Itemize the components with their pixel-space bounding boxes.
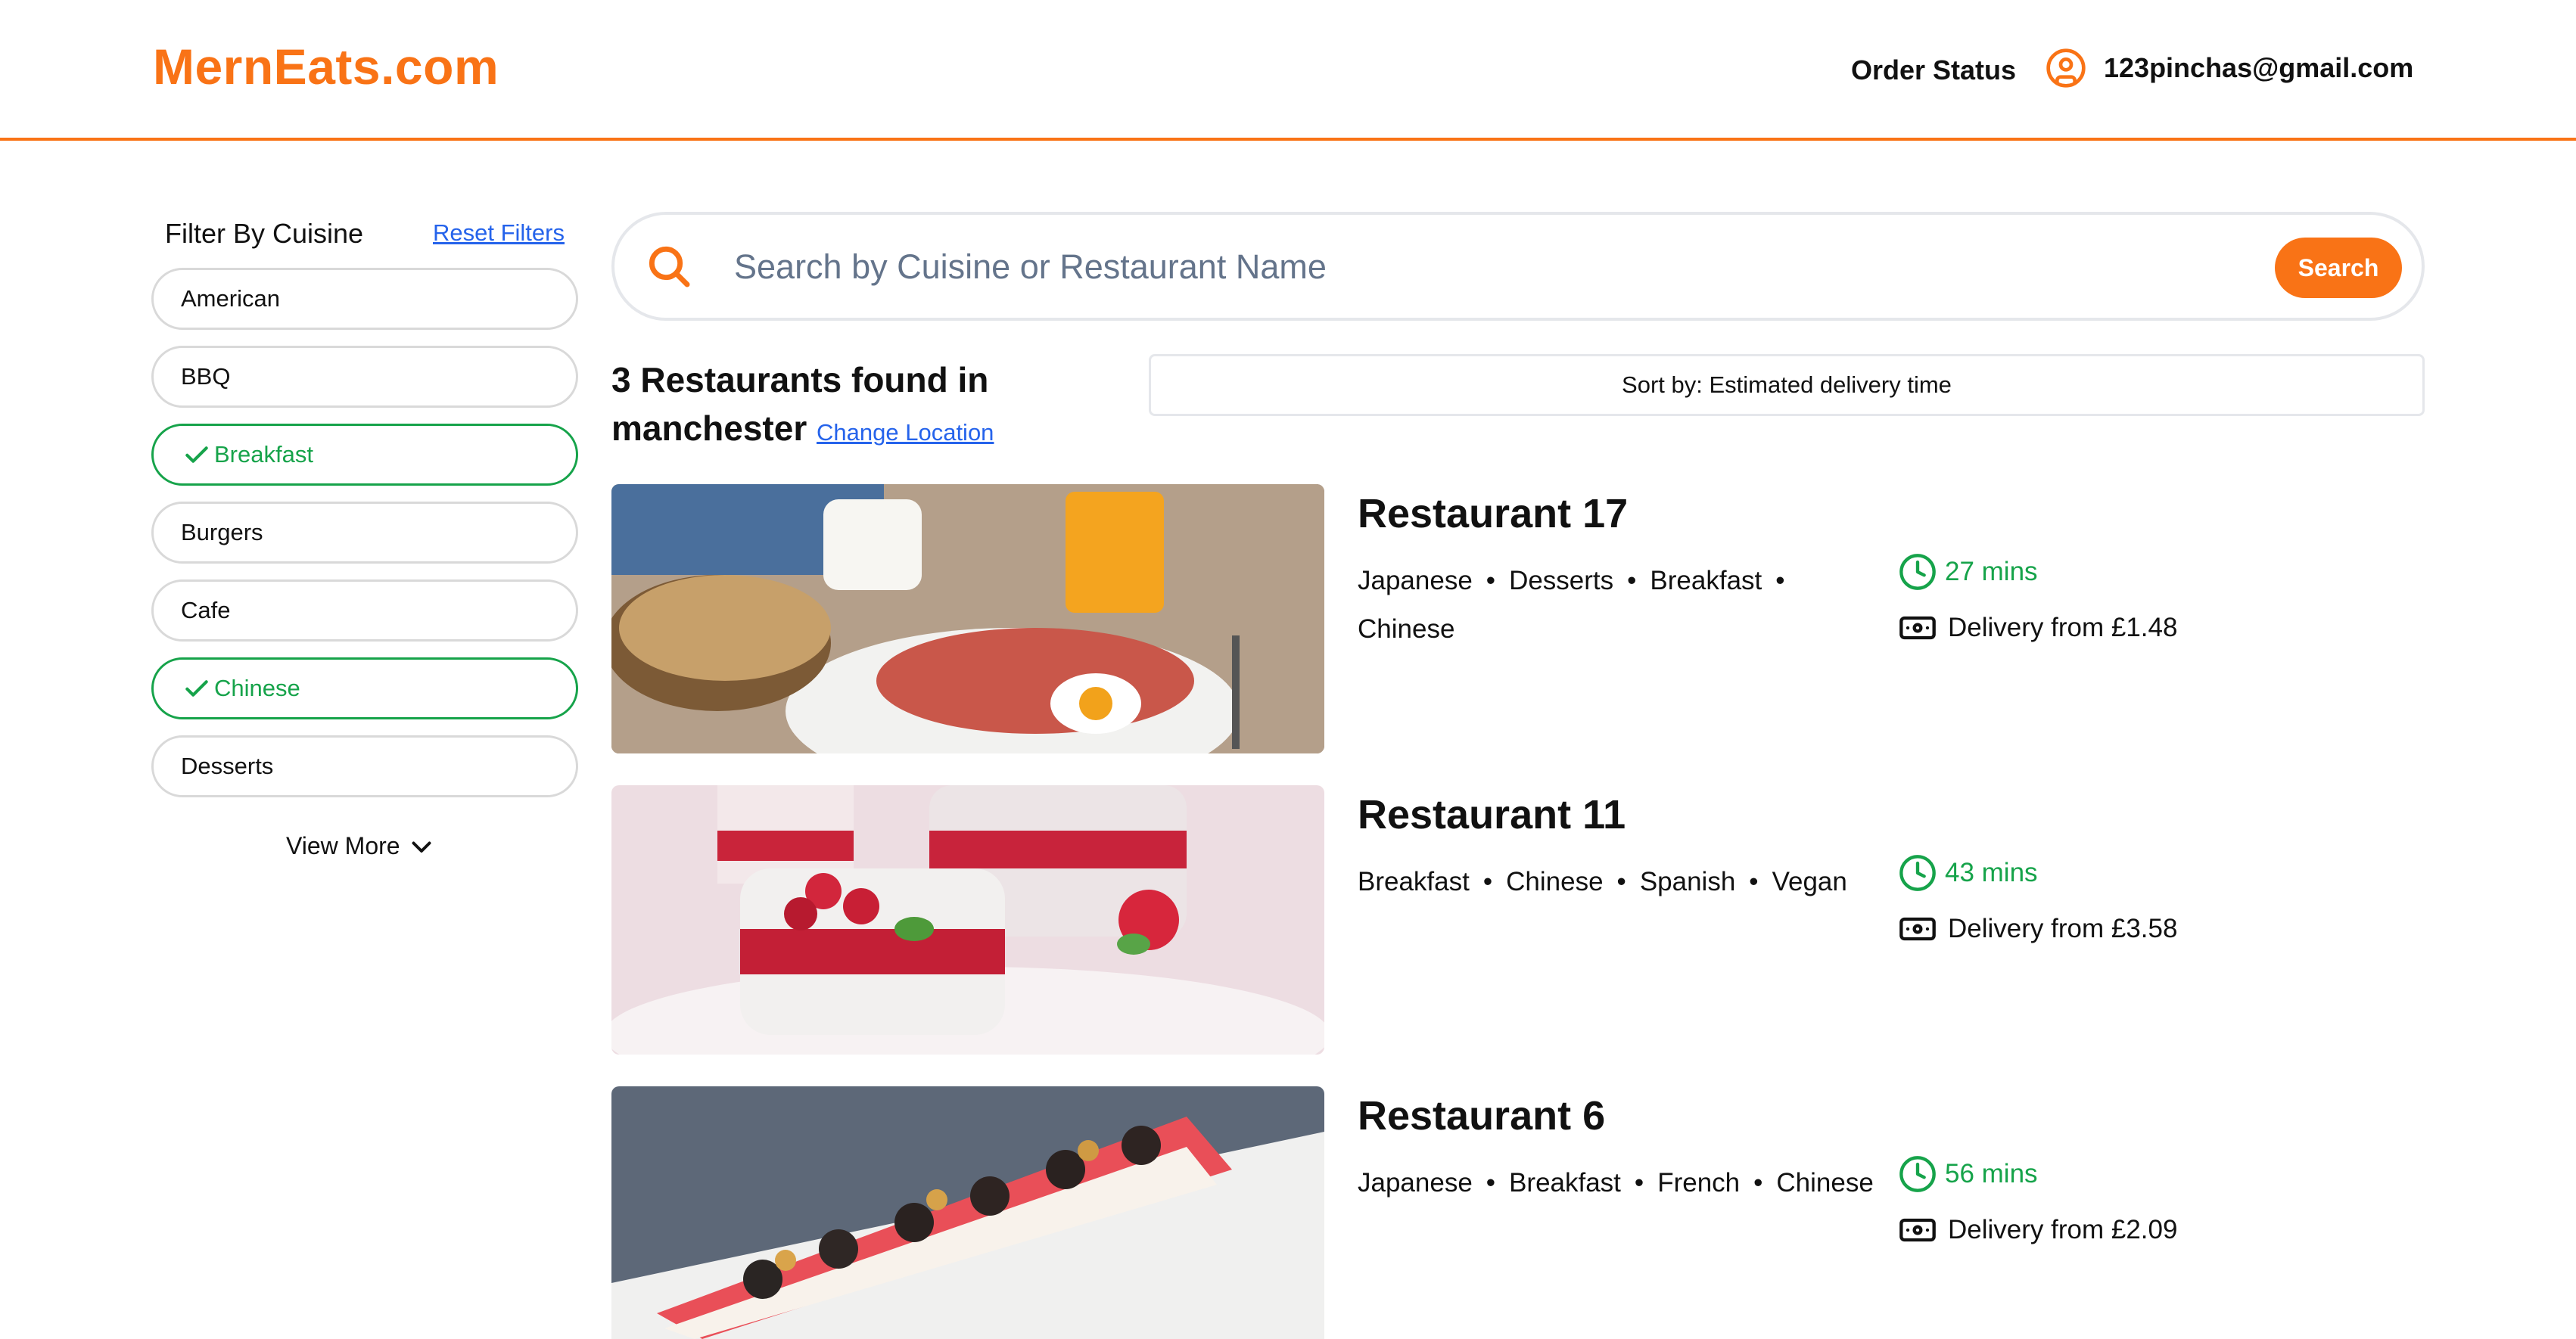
restaurant-name: Restaurant 17	[1358, 491, 1629, 536]
clock-icon	[1899, 554, 1936, 590]
brand-logo[interactable]: MernEats.com	[153, 38, 499, 95]
sort-label: Sort by: Estimated delivery time	[1622, 371, 1952, 398]
delivery-time: 56 mins	[1898, 1154, 2038, 1194]
delivery-price-text: Delivery from £2.09	[1948, 1215, 2178, 1244]
reset-filters-link[interactable]: Reset Filters	[433, 219, 565, 247]
restaurant-card[interactable]: Restaurant 6 Japanese • Breakfast • French • C…	[611, 1086, 2425, 1339]
restaurant-name: Restaurant 6	[1358, 1093, 1606, 1139]
cuisine-tag: Chinese	[1506, 867, 1604, 896]
restaurant-image	[611, 484, 1324, 753]
banknote-icon	[1899, 917, 1936, 941]
delivery-price: Delivery from £2.09	[1898, 1210, 2177, 1250]
change-location-link[interactable]: Change Location	[817, 419, 994, 446]
cuisine-filter-list: American BBQ Breakfast Burgers Cafe Chin…	[151, 268, 578, 813]
cuisine-tag: Breakfast	[1358, 867, 1470, 896]
delivery-time-text: 56 mins	[1945, 1159, 2038, 1188]
search-icon	[649, 246, 690, 287]
search-button[interactable]: Search	[2275, 238, 2402, 298]
restaurant-name: Restaurant 11	[1358, 792, 1626, 837]
cuisine-tag: Spanish	[1639, 867, 1736, 896]
user-circle-icon	[2046, 48, 2086, 88]
top-header: MernEats.com Order Status 123pinchas@gma…	[0, 0, 2576, 141]
restaurant-image	[611, 785, 1324, 1055]
cuisine-tag: Chinese	[1776, 1168, 1874, 1198]
delivery-time: 27 mins	[1898, 552, 2038, 592]
restaurant-cuisines: Breakfast • Chinese • Spanish • Vegan	[1358, 867, 1847, 896]
cuisine-tag: Chinese	[1358, 614, 1455, 644]
cuisine-filter-label: Desserts	[181, 753, 274, 779]
check-icon	[185, 446, 208, 463]
delivery-time-text: 43 mins	[1945, 858, 2038, 887]
cuisine-filter-label: Breakfast	[214, 441, 313, 468]
delivery-price-text: Delivery from £3.58	[1948, 914, 2178, 943]
cuisine-tag: Desserts	[1509, 566, 1614, 595]
cuisine-filter-item[interactable]: Cafe	[151, 579, 578, 642]
restaurant-cuisines: Japanese • Desserts • Breakfast • Chinese	[1358, 566, 1785, 644]
search-bar: Search	[611, 212, 2425, 321]
clock-icon	[1899, 855, 1936, 891]
cuisine-tag: Breakfast	[1650, 566, 1762, 595]
restaurant-card[interactable]: Restaurant 17 Japanese • Desserts • Breakfas…	[611, 484, 2425, 753]
order-status-link[interactable]: Order Status	[1851, 54, 2016, 86]
search-input[interactable]	[733, 238, 2098, 297]
results-heading: 3 Restaurants found in manchester Change…	[611, 356, 1096, 457]
cuisine-tag: Breakfast	[1509, 1168, 1621, 1198]
restaurant-card[interactable]: Restaurant 11 Breakfast • Chinese • Spanish •…	[611, 785, 2425, 1055]
cuisine-tag: French	[1657, 1168, 1741, 1198]
cuisine-filter-label: BBQ	[181, 363, 231, 390]
delivery-price: Delivery from £1.48	[1898, 608, 2177, 648]
cuisine-filter-label: Cafe	[181, 597, 231, 623]
cuisine-filter-item[interactable]: Breakfast	[151, 424, 578, 486]
delivery-time: 43 mins	[1898, 853, 2038, 893]
banknote-icon	[1899, 1218, 1936, 1242]
sort-dropdown[interactable]: Sort by: Estimated delivery time	[1149, 354, 2425, 416]
clock-icon	[1899, 1156, 1936, 1192]
restaurant-cuisines: Japanese • Breakfast • French • Chinese	[1358, 1168, 1874, 1198]
cuisine-tag: Vegan	[1772, 867, 1847, 896]
cuisine-filter-item[interactable]: Desserts	[151, 735, 578, 797]
delivery-price-text: Delivery from £1.48	[1948, 613, 2178, 642]
chevron-down-icon	[412, 841, 431, 853]
cuisine-filter-item[interactable]: Burgers	[151, 502, 578, 564]
cuisine-tag: Japanese	[1358, 1168, 1473, 1198]
cuisine-filter-label: Chinese	[214, 675, 300, 701]
cuisine-filter-label: Burgers	[181, 519, 263, 545]
cuisine-filter-label: American	[181, 285, 280, 312]
view-more-label: View More	[286, 832, 400, 859]
check-icon	[185, 680, 208, 697]
delivery-time-text: 27 mins	[1945, 557, 2038, 586]
user-email: 123pinchas@gmail.com	[2104, 52, 2414, 83]
delivery-price: Delivery from £3.58	[1898, 909, 2177, 949]
filter-title: Filter By Cuisine	[165, 218, 364, 249]
cuisine-tag: Japanese	[1358, 566, 1473, 595]
view-more-button[interactable]: View More	[286, 832, 435, 860]
cuisine-filter-item[interactable]: BBQ	[151, 346, 578, 408]
user-menu[interactable]: 123pinchas@gmail.com	[2045, 47, 2413, 89]
cuisine-filter-item[interactable]: Chinese	[151, 657, 578, 719]
restaurant-image	[611, 1086, 1324, 1339]
banknote-icon	[1899, 616, 1936, 640]
cuisine-filter-item[interactable]: American	[151, 268, 578, 330]
